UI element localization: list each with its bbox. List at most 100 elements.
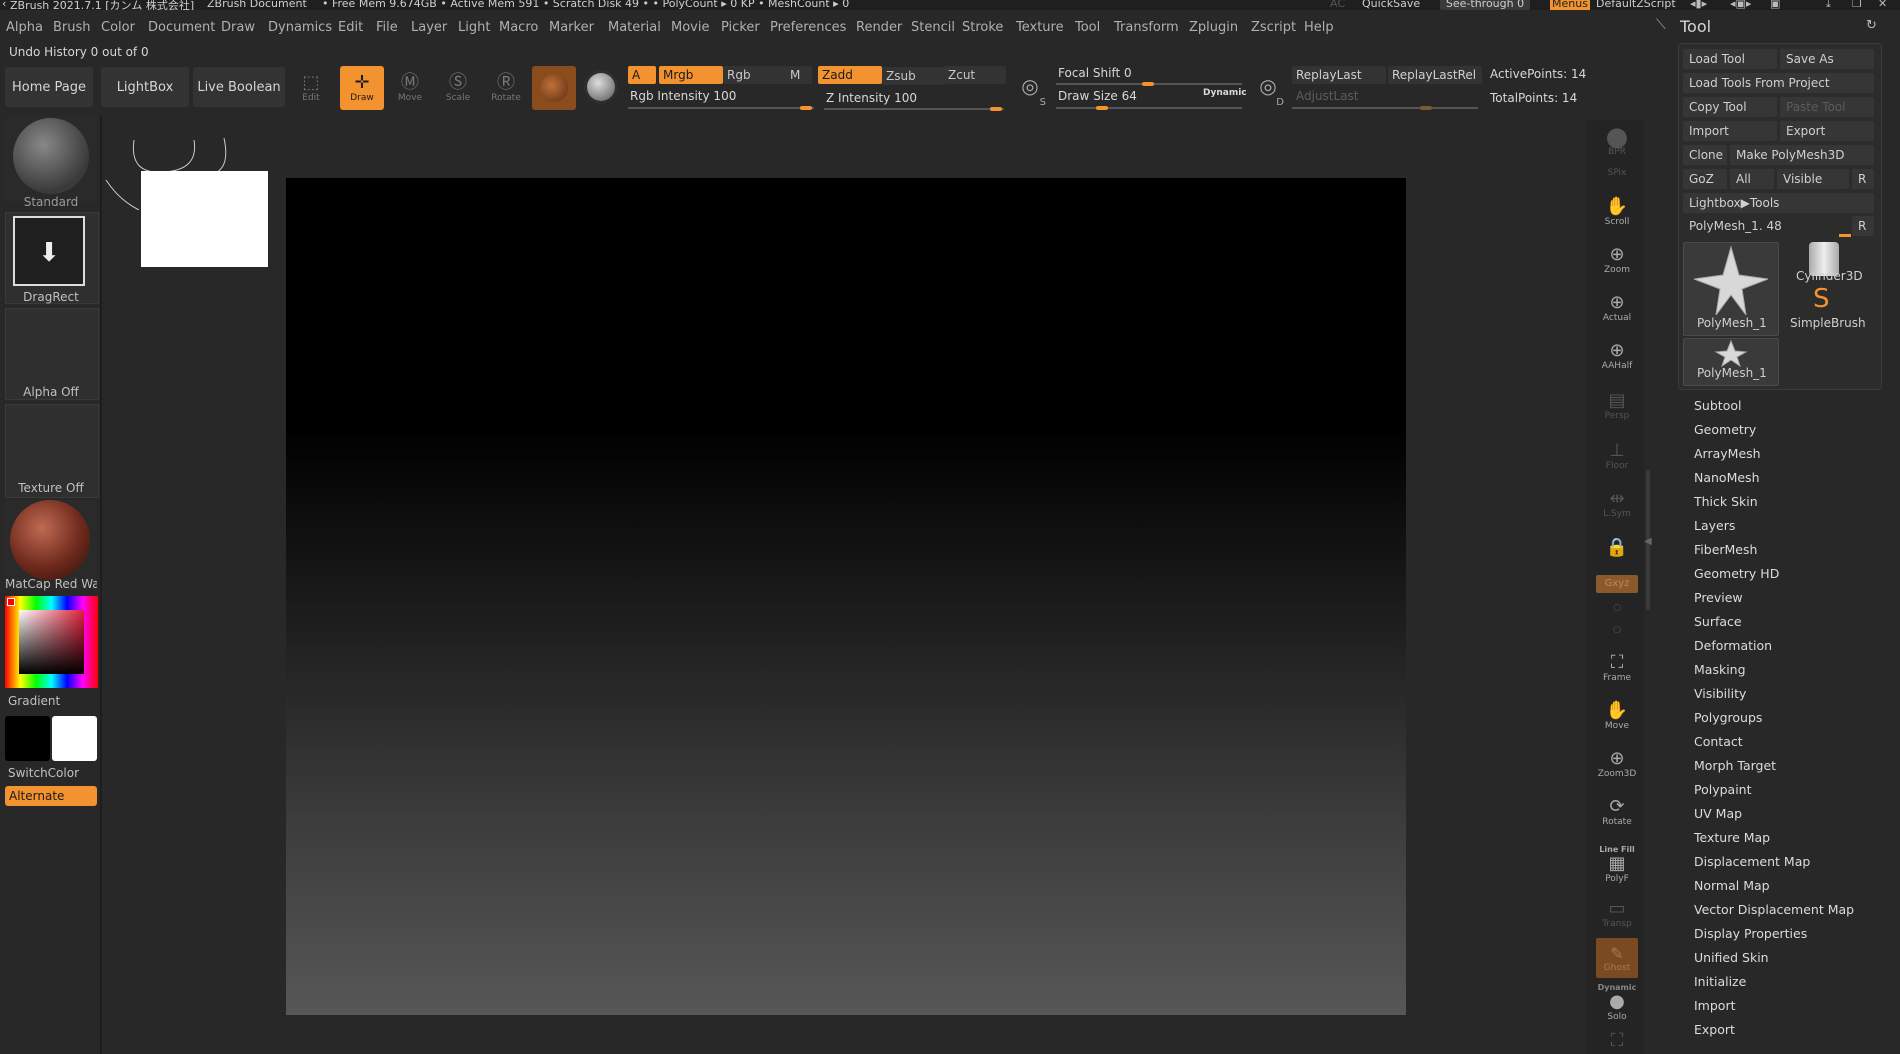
- subpalette-morph-target[interactable]: Morph Target: [1694, 758, 1776, 773]
- ghost-button[interactable]: ✎ Ghost: [1596, 938, 1638, 978]
- subpalette-uv-map[interactable]: UV Map: [1694, 806, 1742, 821]
- clone-button[interactable]: Clone: [1683, 145, 1727, 165]
- lazy-mouse-icon[interactable]: ◎ S: [1016, 74, 1046, 108]
- import-button[interactable]: Import: [1683, 121, 1777, 141]
- close-icon[interactable]: ‹: [2, 0, 6, 10]
- spix-slider[interactable]: SPix: [1596, 165, 1638, 181]
- edit-button[interactable]: ⬚ Edit: [291, 66, 331, 110]
- move-view-button[interactable]: ✋ Move: [1596, 696, 1638, 736]
- menu-brush[interactable]: Brush: [53, 20, 91, 35]
- menu-alpha[interactable]: Alpha: [6, 20, 43, 35]
- local-transform-button[interactable]: 🔒: [1596, 528, 1638, 568]
- subpalette-masking[interactable]: Masking: [1694, 662, 1746, 677]
- default-zscript-button[interactable]: DefaultZScript: [1596, 0, 1676, 10]
- menu-picker[interactable]: Picker: [721, 20, 760, 35]
- restore-icon[interactable]: ❐: [1852, 0, 1862, 10]
- zcut-button[interactable]: Zcut: [944, 66, 1006, 84]
- menu-texture[interactable]: Texture: [1016, 20, 1064, 35]
- load-tools-from-project-button[interactable]: Load Tools From Project: [1683, 73, 1874, 93]
- goz-button[interactable]: GoZ: [1683, 169, 1727, 189]
- home-page-button[interactable]: Home Page: [5, 67, 93, 107]
- window-close-icon[interactable]: ✕: [1878, 0, 1887, 10]
- subpalette-initialize[interactable]: Initialize: [1694, 974, 1746, 989]
- polyframe-button[interactable]: Line Fill ▦ PolyF: [1596, 836, 1638, 892]
- goz-visible-button[interactable]: Visible: [1777, 169, 1849, 189]
- subpalette-preview[interactable]: Preview: [1694, 590, 1743, 605]
- subpalette-polypaint[interactable]: Polypaint: [1694, 782, 1752, 797]
- z-intensity-slider[interactable]: Z Intensity 100: [826, 91, 917, 105]
- scale-button[interactable]: Ⓢ Scale: [438, 66, 478, 110]
- frame-button[interactable]: ⛶ Frame: [1596, 648, 1638, 688]
- persp-button[interactable]: ▤ Persp: [1596, 386, 1638, 426]
- actual-button[interactable]: ⊕ Actual: [1596, 288, 1638, 328]
- subpalette-vector-displacement-map[interactable]: Vector Displacement Map: [1694, 902, 1854, 917]
- rotate-view-button[interactable]: ⟳ Rotate: [1596, 792, 1638, 832]
- backface-mask-icon[interactable]: ◎ D: [1254, 74, 1284, 108]
- subpalette-geometry[interactable]: Geometry: [1694, 422, 1756, 437]
- aahalf-button[interactable]: ⊕ AAHalf: [1596, 336, 1638, 376]
- menu-draw[interactable]: Draw: [221, 20, 255, 35]
- layout-icon[interactable]: ◂▮▸: [1690, 0, 1707, 10]
- menu-preferences[interactable]: Preferences: [770, 20, 846, 35]
- menus-button[interactable]: Menus: [1550, 0, 1590, 10]
- menu-zscript[interactable]: Zscript: [1251, 20, 1296, 35]
- rgb-intensity-track[interactable]: [628, 107, 814, 109]
- ui-layout-icon[interactable]: ◂▣▸: [1730, 0, 1751, 10]
- menu-render[interactable]: Render: [856, 20, 902, 35]
- floor-button[interactable]: ⊥ Floor: [1596, 436, 1638, 476]
- dynamic-toggle[interactable]: Dynamic: [1203, 88, 1247, 98]
- menu-file[interactable]: File: [376, 20, 398, 35]
- draw-size-slider[interactable]: Draw Size 64: [1058, 89, 1137, 103]
- menu-tool[interactable]: Tool: [1075, 20, 1100, 35]
- adjust-last-track[interactable]: [1292, 107, 1478, 109]
- draw-button[interactable]: ✛ Draw: [340, 66, 384, 110]
- navigator-thumbnail[interactable]: [141, 171, 268, 267]
- a-button[interactable]: A: [628, 66, 656, 84]
- stroke-button[interactable]: [584, 70, 618, 104]
- lightbox-button[interactable]: LightBox: [101, 67, 189, 107]
- see-through-slider[interactable]: See-through 0: [1440, 0, 1530, 10]
- draw-size-knob[interactable]: [1096, 106, 1108, 110]
- menu-stencil[interactable]: Stencil: [911, 20, 955, 35]
- menu-transform[interactable]: Transform: [1114, 20, 1179, 35]
- z-intensity-knob[interactable]: [990, 107, 1002, 111]
- minimize-icon[interactable]: ⤓: [1826, 0, 1831, 10]
- zoom-button[interactable]: ⊕ Zoom: [1596, 240, 1638, 280]
- z-intensity-track[interactable]: [824, 108, 1004, 110]
- switch-color-button[interactable]: SwitchColor: [8, 766, 79, 780]
- menu-marker[interactable]: Marker: [549, 20, 594, 35]
- zsub-button[interactable]: Zsub: [882, 67, 944, 85]
- xpose-button[interactable]: ⛶: [1596, 1030, 1638, 1052]
- menu-help[interactable]: Help: [1304, 20, 1334, 35]
- subpalette-polygroups[interactable]: Polygroups: [1694, 710, 1762, 725]
- rgb-button[interactable]: Rgb: [723, 66, 787, 84]
- brush-button[interactable]: [5, 116, 97, 202]
- color-square[interactable]: [19, 610, 84, 674]
- subpalette-unified-skin[interactable]: Unified Skin: [1694, 950, 1769, 965]
- document-canvas[interactable]: [286, 178, 1406, 1015]
- replay-last-rel-button[interactable]: ReplayLastRel: [1388, 66, 1482, 84]
- subpalette-fibermesh[interactable]: FiberMesh: [1694, 542, 1757, 557]
- rgb-intensity-slider[interactable]: Rgb Intensity 100: [630, 89, 736, 103]
- subpalette-deformation[interactable]: Deformation: [1694, 638, 1772, 653]
- menu-stroke[interactable]: Stroke: [962, 20, 1003, 35]
- subpalette-import[interactable]: Import: [1694, 998, 1736, 1013]
- subpalette-nanomesh[interactable]: NanoMesh: [1694, 470, 1760, 485]
- menu-material[interactable]: Material: [608, 20, 661, 35]
- solo-button[interactable]: Dynamic ● Solo: [1596, 980, 1638, 1024]
- subpalette-contact[interactable]: Contact: [1694, 734, 1743, 749]
- rgb-intensity-knob[interactable]: [800, 106, 812, 110]
- mrgb-button[interactable]: Mrgb: [659, 66, 723, 84]
- m-button[interactable]: M: [786, 66, 812, 84]
- axis-x-icon[interactable]: ○: [1596, 598, 1638, 618]
- menu-dynamics[interactable]: Dynamics: [268, 20, 332, 35]
- load-tool-button[interactable]: Load Tool: [1683, 49, 1777, 69]
- axis-y-icon[interactable]: ○: [1596, 620, 1638, 640]
- goz-r-button[interactable]: R: [1852, 169, 1874, 189]
- focal-shift-knob[interactable]: [1142, 82, 1154, 86]
- bpr-button[interactable]: ● BPR: [1596, 122, 1638, 162]
- material-button[interactable]: [532, 66, 576, 110]
- lightbox-tools-button[interactable]: Lightbox▶Tools: [1683, 193, 1874, 213]
- main-color-swatch[interactable]: [5, 716, 50, 761]
- transp-button[interactable]: ▭ Transp: [1596, 894, 1638, 934]
